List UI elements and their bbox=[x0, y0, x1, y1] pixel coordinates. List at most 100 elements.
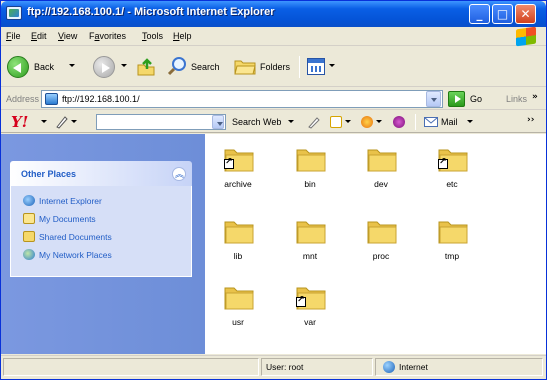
toolbar-separator bbox=[299, 56, 300, 78]
folder-item[interactable]: usr bbox=[213, 284, 263, 334]
task-pane: Other Places Internet Explorer My Docume… bbox=[1, 134, 205, 354]
window-title: ftp://192.168.100.1/ - Microsoft Interne… bbox=[27, 6, 275, 18]
shortcut-arrow-icon bbox=[224, 157, 234, 169]
menu-tools[interactable]: Tools bbox=[142, 31, 163, 41]
games-dropdown-icon[interactable] bbox=[376, 120, 382, 123]
folder-label[interactable]: bin bbox=[285, 179, 335, 189]
my-documents-icon bbox=[23, 213, 35, 224]
yahoo-search-input[interactable] bbox=[96, 114, 226, 130]
folder-item[interactable]: archive bbox=[213, 146, 263, 196]
yahoo-logo[interactable]: Y! bbox=[11, 113, 28, 131]
place-label[interactable]: Internet Explorer bbox=[39, 196, 102, 206]
pencil-dropdown-icon[interactable] bbox=[71, 120, 77, 123]
back-label[interactable]: Back bbox=[34, 62, 54, 72]
folder-icon[interactable] bbox=[224, 218, 254, 244]
folder-item[interactable]: etc bbox=[427, 146, 477, 196]
mail-button[interactable]: Mail bbox=[441, 117, 458, 127]
forward-dropdown-icon[interactable] bbox=[121, 64, 127, 67]
folder-item[interactable]: mnt bbox=[285, 218, 335, 268]
up-folder-icon[interactable] bbox=[136, 57, 156, 77]
search-label[interactable]: Search bbox=[191, 62, 220, 72]
other-places-list: Internet Explorer My Documents Shared Do… bbox=[10, 186, 192, 277]
back-button[interactable] bbox=[7, 56, 29, 78]
yahoo-chevron-icon[interactable]: ›› bbox=[527, 115, 534, 125]
folder-icon[interactable] bbox=[438, 218, 468, 244]
folders-label[interactable]: Folders bbox=[260, 62, 290, 72]
folder-item[interactable]: tmp bbox=[427, 218, 477, 268]
views-dropdown-icon[interactable] bbox=[329, 64, 335, 67]
folder-label[interactable]: var bbox=[285, 317, 335, 327]
search-web-dropdown-icon[interactable] bbox=[288, 120, 294, 123]
bookmarks-icon[interactable] bbox=[330, 116, 342, 128]
search-icon[interactable] bbox=[167, 56, 187, 76]
folder-label[interactable]: usr bbox=[213, 317, 263, 327]
address-input[interactable]: ftp://192.168.100.1/ bbox=[41, 90, 443, 108]
yahoo-dropdown-icon[interactable] bbox=[41, 120, 47, 123]
folder-item[interactable]: dev bbox=[356, 146, 406, 196]
yahoo-search-dropdown[interactable] bbox=[212, 115, 224, 129]
links-chevron-icon[interactable]: » bbox=[532, 92, 538, 102]
links-label[interactable]: Links bbox=[506, 94, 527, 104]
folder-icon[interactable] bbox=[296, 146, 326, 172]
address-value[interactable]: ftp://192.168.100.1/ bbox=[62, 94, 140, 104]
status-user: User: root bbox=[266, 362, 304, 372]
folder-label[interactable]: tmp bbox=[427, 251, 477, 261]
folder-icon[interactable] bbox=[296, 218, 326, 244]
pencil-icon[interactable] bbox=[55, 115, 69, 129]
collapse-chevron-icon[interactable] bbox=[172, 167, 186, 181]
folder-item[interactable]: var bbox=[285, 284, 335, 334]
folder-label[interactable]: etc bbox=[427, 179, 477, 189]
highlight-icon[interactable] bbox=[306, 115, 320, 129]
search-web-button[interactable]: Search Web bbox=[232, 117, 281, 127]
status-zone: Internet bbox=[399, 362, 428, 372]
folder-label[interactable]: dev bbox=[356, 179, 406, 189]
folder-item[interactable]: proc bbox=[356, 218, 406, 268]
title-bar[interactable]: ftp://192.168.100.1/ - Microsoft Interne… bbox=[1, 1, 546, 27]
forward-arrow-icon bbox=[102, 63, 110, 73]
minimize-button[interactable]: _ bbox=[469, 4, 490, 24]
other-places-header[interactable]: Other Places bbox=[10, 161, 192, 186]
shortcut-arrow-icon bbox=[438, 157, 448, 169]
messenger-icon[interactable] bbox=[393, 116, 405, 128]
shared-documents-icon bbox=[23, 231, 35, 242]
folder-label[interactable]: lib bbox=[213, 251, 263, 261]
views-icon[interactable] bbox=[307, 58, 325, 75]
other-places-title[interactable]: Other Places bbox=[21, 169, 76, 179]
bookmarks-dropdown-icon[interactable] bbox=[345, 120, 351, 123]
menu-view[interactable]: View bbox=[58, 31, 77, 41]
folder-icon[interactable] bbox=[367, 218, 397, 244]
folder-label[interactable]: mnt bbox=[285, 251, 335, 261]
menu-file[interactable]: File bbox=[6, 31, 21, 41]
folder-label[interactable]: proc bbox=[356, 251, 406, 261]
folder-label[interactable]: archive bbox=[213, 179, 263, 189]
close-button[interactable]: ✕ bbox=[515, 4, 536, 24]
menu-favorites[interactable]: Favorites bbox=[89, 31, 126, 41]
address-dropdown-button[interactable] bbox=[426, 91, 441, 107]
back-arrow-icon bbox=[13, 63, 21, 73]
go-button[interactable]: Go bbox=[470, 94, 482, 104]
maximize-button[interactable]: □ bbox=[492, 4, 513, 24]
forward-button[interactable] bbox=[93, 56, 115, 78]
mail-icon[interactable] bbox=[424, 117, 438, 127]
address-bar: Address ftp://192.168.100.1/ Go Links » bbox=[1, 88, 546, 110]
folders-icon[interactable] bbox=[234, 57, 256, 75]
back-dropdown-icon[interactable] bbox=[69, 64, 75, 67]
go-arrow-icon[interactable] bbox=[448, 91, 465, 107]
folder-icon[interactable] bbox=[367, 146, 397, 172]
status-bar: User: root Internet bbox=[1, 355, 546, 379]
folder-item[interactable]: lib bbox=[213, 218, 263, 268]
place-label[interactable]: Shared Documents bbox=[39, 232, 112, 242]
ftp-folder-icon[interactable] bbox=[6, 6, 22, 20]
menu-help[interactable]: Help bbox=[173, 31, 192, 41]
other-places-panel: Other Places Internet Explorer My Docume… bbox=[10, 161, 192, 277]
shortcut-arrow-icon bbox=[296, 295, 306, 307]
games-icon[interactable] bbox=[361, 116, 373, 128]
network-places-icon bbox=[23, 249, 35, 260]
place-label[interactable]: My Network Places bbox=[39, 250, 112, 260]
menu-edit[interactable]: Edit bbox=[31, 31, 47, 41]
place-label[interactable]: My Documents bbox=[39, 214, 96, 224]
windows-logo-icon bbox=[516, 26, 536, 47]
folder-icon[interactable] bbox=[224, 284, 254, 310]
folder-item[interactable]: bin bbox=[285, 146, 335, 196]
mail-dropdown-icon[interactable] bbox=[467, 120, 473, 123]
